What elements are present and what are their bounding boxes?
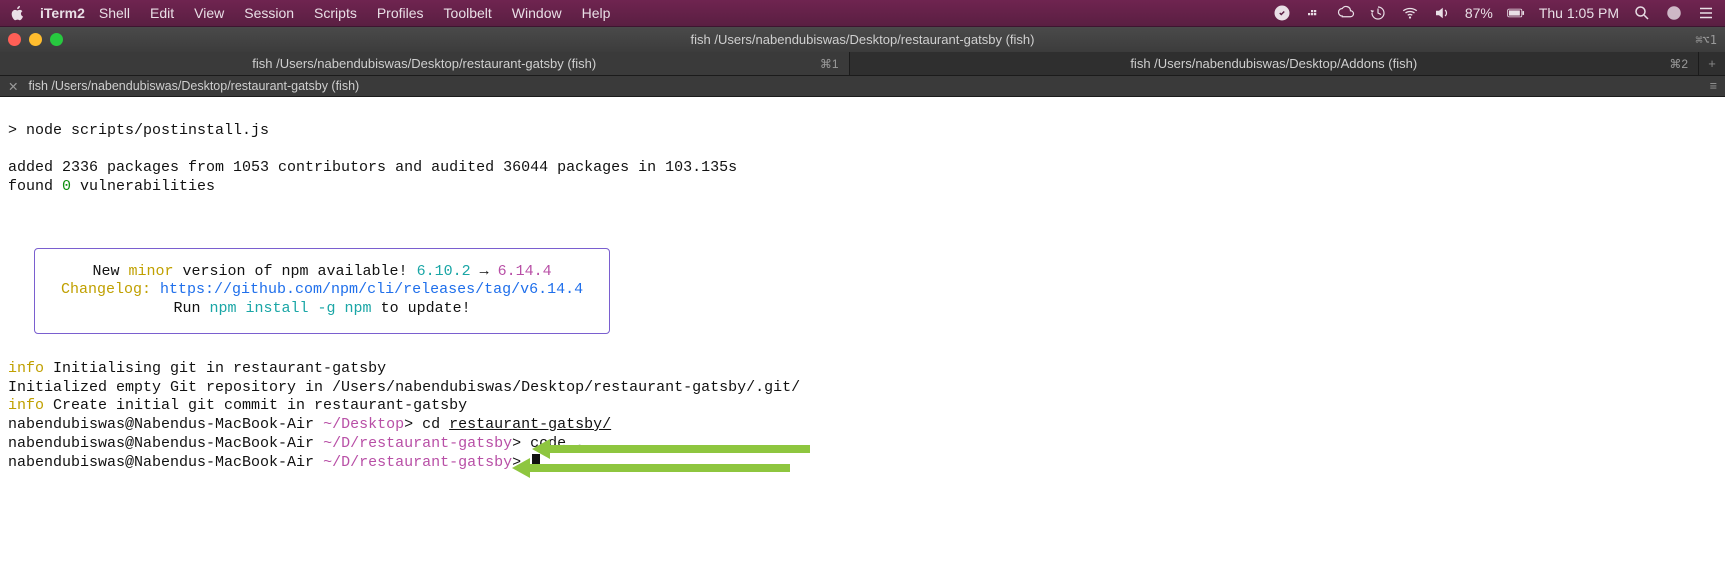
window-shortcut-badge: ⌘⌥1 — [1695, 33, 1717, 47]
hamburger-icon[interactable]: ≡ — [1710, 79, 1717, 93]
prompt-path: ~/Desktop — [314, 416, 404, 433]
menu-help[interactable]: Help — [582, 5, 611, 21]
window-titlebar: fish /Users/nabendubiswas/Desktop/restau… — [0, 27, 1725, 52]
window-title: fish /Users/nabendubiswas/Desktop/restau… — [691, 32, 1035, 47]
siri-icon[interactable] — [1665, 4, 1683, 22]
tab-label: fish /Users/nabendubiswas/Desktop/restau… — [252, 56, 596, 71]
new-tab-button[interactable]: + — [1699, 52, 1725, 75]
battery-icon[interactable] — [1507, 4, 1525, 22]
traffic-lights — [8, 33, 63, 46]
term-line-cmd: > node scripts/postinstall.js — [8, 122, 269, 139]
spotlight-icon[interactable] — [1633, 4, 1651, 22]
close-pane-icon[interactable]: ✕ — [8, 79, 18, 94]
menubar-right: 87% Thu 1:05 PM — [1273, 4, 1715, 22]
annotation-arrow-1 — [540, 445, 810, 453]
battery-percent[interactable]: 87% — [1465, 5, 1493, 21]
tab-shortcut: ⌘2 — [1669, 57, 1688, 71]
term-line-vuln-suffix: vulnerabilities — [71, 178, 215, 195]
tab-shortcut: ⌘1 — [820, 57, 839, 71]
changelog-link: https://github.com/npm/cli/releases/tag/… — [160, 281, 583, 298]
minimize-button[interactable] — [29, 33, 42, 46]
term-line-added: added 2336 packages from 1053 contributo… — [8, 159, 737, 176]
vuln-count: 0 — [62, 178, 71, 195]
check-circle-icon[interactable] — [1273, 4, 1291, 22]
menu-scripts[interactable]: Scripts — [314, 5, 357, 21]
docker-icon[interactable] — [1305, 4, 1323, 22]
apple-logo-icon[interactable] — [10, 5, 26, 21]
prompt-path: ~/D/restaurant-gatsby — [314, 454, 512, 471]
tab-2[interactable]: fish /Users/nabendubiswas/Desktop/Addons… — [850, 52, 1700, 75]
prompt-user: nabendubiswas@Nabendus-MacBook-Air — [8, 416, 314, 433]
info-label: info — [8, 360, 44, 377]
menu-edit[interactable]: Edit — [150, 5, 174, 21]
menu-session[interactable]: Session — [244, 5, 294, 21]
prompt-path: ~/D/restaurant-gatsby — [314, 435, 512, 452]
cmd-cd: cd — [422, 416, 449, 433]
time-machine-icon[interactable] — [1369, 4, 1387, 22]
pane-title: fish /Users/nabendubiswas/Desktop/restau… — [28, 79, 359, 93]
npm-update-box: New minor version of npm available! 6.10… — [34, 248, 610, 334]
prompt-user: nabendubiswas@Nabendus-MacBook-Air — [8, 454, 314, 471]
info-label: info — [8, 397, 44, 414]
app-name[interactable]: iTerm2 — [40, 5, 85, 21]
prompt-user: nabendubiswas@Nabendus-MacBook-Air — [8, 435, 314, 452]
wifi-icon[interactable] — [1401, 4, 1419, 22]
notification-center-icon[interactable] — [1697, 4, 1715, 22]
menubar-clock[interactable]: Thu 1:05 PM — [1539, 5, 1619, 21]
pane-title-bar: ✕ fish /Users/nabendubiswas/Desktop/rest… — [0, 76, 1725, 97]
menu-shell[interactable]: Shell — [99, 5, 130, 21]
term-line-vuln-prefix: found — [8, 178, 62, 195]
creative-cloud-icon[interactable] — [1337, 4, 1355, 22]
zoom-button[interactable] — [50, 33, 63, 46]
menu-toolbelt[interactable]: Toolbelt — [444, 5, 492, 21]
tab-1[interactable]: fish /Users/nabendubiswas/Desktop/restau… — [0, 52, 850, 75]
macos-menubar: iTerm2 Shell Edit View Session Scripts P… — [0, 0, 1725, 27]
menu-view[interactable]: View — [194, 5, 224, 21]
menu-window[interactable]: Window — [512, 5, 562, 21]
close-button[interactable] — [8, 33, 21, 46]
cd-argument: restaurant-gatsby/ — [449, 416, 611, 433]
tab-label: fish /Users/nabendubiswas/Desktop/Addons… — [1130, 56, 1417, 71]
terminal-pane[interactable]: > node scripts/postinstall.js added 2336… — [0, 97, 1725, 563]
tab-bar: fish /Users/nabendubiswas/Desktop/restau… — [0, 52, 1725, 76]
menu-profiles[interactable]: Profiles — [377, 5, 424, 21]
annotation-arrow-2 — [520, 464, 790, 472]
volume-icon[interactable] — [1433, 4, 1451, 22]
